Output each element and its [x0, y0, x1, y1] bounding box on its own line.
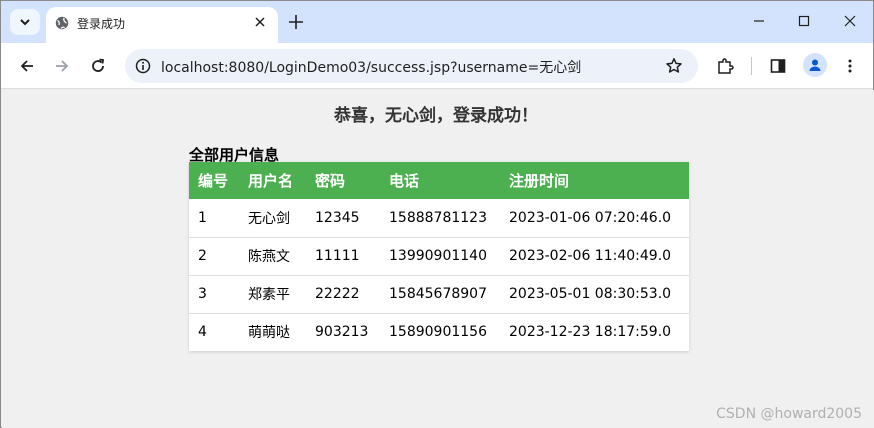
browser-toolbar: localhost:8080/LoginDemo03/success.jsp?u…	[1, 43, 873, 89]
cell-id: 3	[189, 275, 239, 314]
cell-password: 903213	[315, 324, 369, 341]
users-table: 编号 用户名 密码 电话 注册时间 1 无心剑 12345 1588878112…	[189, 162, 689, 351]
profile-button[interactable]	[803, 53, 827, 77]
profile-icon	[809, 59, 821, 71]
cell-id: 2	[189, 237, 239, 276]
browser-window: 登录成功 localhost:8080/LoginDemo03/success.	[0, 0, 874, 428]
tab-close-button[interactable]	[252, 14, 268, 30]
cell-register-time: 2023-05-01 08:30:53.0	[500, 275, 689, 314]
table-row: 1 无心剑 12345 15888781123 2023-01-06 07:20…	[189, 199, 689, 238]
address-url[interactable]: localhost:8080/LoginDemo03/success.jsp?u…	[161, 57, 581, 77]
minimize-button[interactable]	[749, 11, 769, 31]
header-phone: 电话	[380, 162, 500, 199]
tab-strip: 登录成功	[1, 1, 873, 43]
cell-username: 郑素平	[239, 275, 306, 314]
tab-title: 登录成功	[77, 17, 126, 31]
cell-username: 萌萌哒	[248, 325, 290, 342]
cell-phone: 13990901140	[380, 237, 500, 276]
watermark: CSDN @howard2005	[716, 406, 862, 422]
cell-phone: 15845678907	[380, 275, 500, 314]
back-icon	[20, 60, 33, 72]
header-username: 用户名	[239, 162, 306, 199]
header-id: 编号	[189, 162, 239, 199]
side-panel-button[interactable]	[768, 56, 788, 76]
cell-username: 陈燕文	[239, 237, 306, 276]
reload-icon	[92, 58, 105, 72]
cell-password: 22222	[306, 275, 380, 314]
back-button[interactable]	[17, 56, 37, 76]
cell-register-time: 2023-12-23 18:17:59.0	[509, 324, 672, 341]
close-icon	[844, 15, 856, 27]
active-tab[interactable]: 登录成功	[46, 7, 278, 43]
close-icon	[255, 17, 265, 27]
table-row: 4 萌萌哒 903213 15890901156 2023-12-23 18:1…	[189, 313, 689, 351]
info-icon[interactable]	[135, 58, 151, 74]
extensions-button[interactable]	[715, 56, 735, 76]
sidepanel-icon	[770, 59, 786, 73]
cell-phone: 15890901156	[389, 324, 487, 341]
star-icon[interactable]	[665, 57, 683, 75]
cell-id: 4	[198, 324, 207, 341]
table-row: 2 陈燕文 11111 13990901140 2023-02-06 11:40…	[189, 237, 689, 276]
more-icon	[848, 59, 852, 73]
header-password: 密码	[306, 162, 380, 199]
toolbar-separator	[751, 57, 752, 75]
forward-icon	[56, 60, 69, 72]
table-header-row: 编号 用户名 密码 电话 注册时间	[189, 162, 689, 199]
address-bar[interactable]: localhost:8080/LoginDemo03/success.jsp?u…	[125, 49, 698, 83]
cell-phone: 15888781123	[380, 199, 500, 238]
globe-icon	[55, 16, 69, 30]
page-content: 恭喜，无心剑，登录成功！ 全部用户信息 编号 用户名 密码 电话 注册时间 1 …	[2, 90, 874, 428]
close-window-button[interactable]	[840, 11, 860, 31]
maximize-button[interactable]	[794, 11, 814, 31]
plus-icon[interactable]	[287, 13, 305, 31]
extensions-icon	[718, 58, 734, 74]
minimize-icon	[754, 20, 764, 22]
menu-button[interactable]	[840, 56, 860, 76]
cell-register-time: 2023-01-06 07:20:46.0	[500, 199, 689, 238]
reload-button[interactable]	[88, 56, 108, 76]
table-row: 3 郑素平 22222 15845678907 2023-05-01 08:30…	[189, 275, 689, 314]
maximize-icon	[798, 15, 810, 27]
cell-register-time: 2023-02-06 11:40:49.0	[500, 237, 689, 276]
tab-search-icon	[20, 19, 30, 26]
tab-search-button[interactable]	[10, 9, 40, 35]
cell-password: 11111	[306, 237, 380, 276]
page-title: 恭喜，无心剑，登录成功！	[334, 106, 538, 126]
forward-button[interactable]	[52, 56, 72, 76]
cell-id: 1	[189, 199, 239, 238]
cell-password: 12345	[306, 199, 380, 238]
header-register-time: 注册时间	[500, 162, 689, 199]
cell-username: 无心剑	[239, 199, 306, 238]
